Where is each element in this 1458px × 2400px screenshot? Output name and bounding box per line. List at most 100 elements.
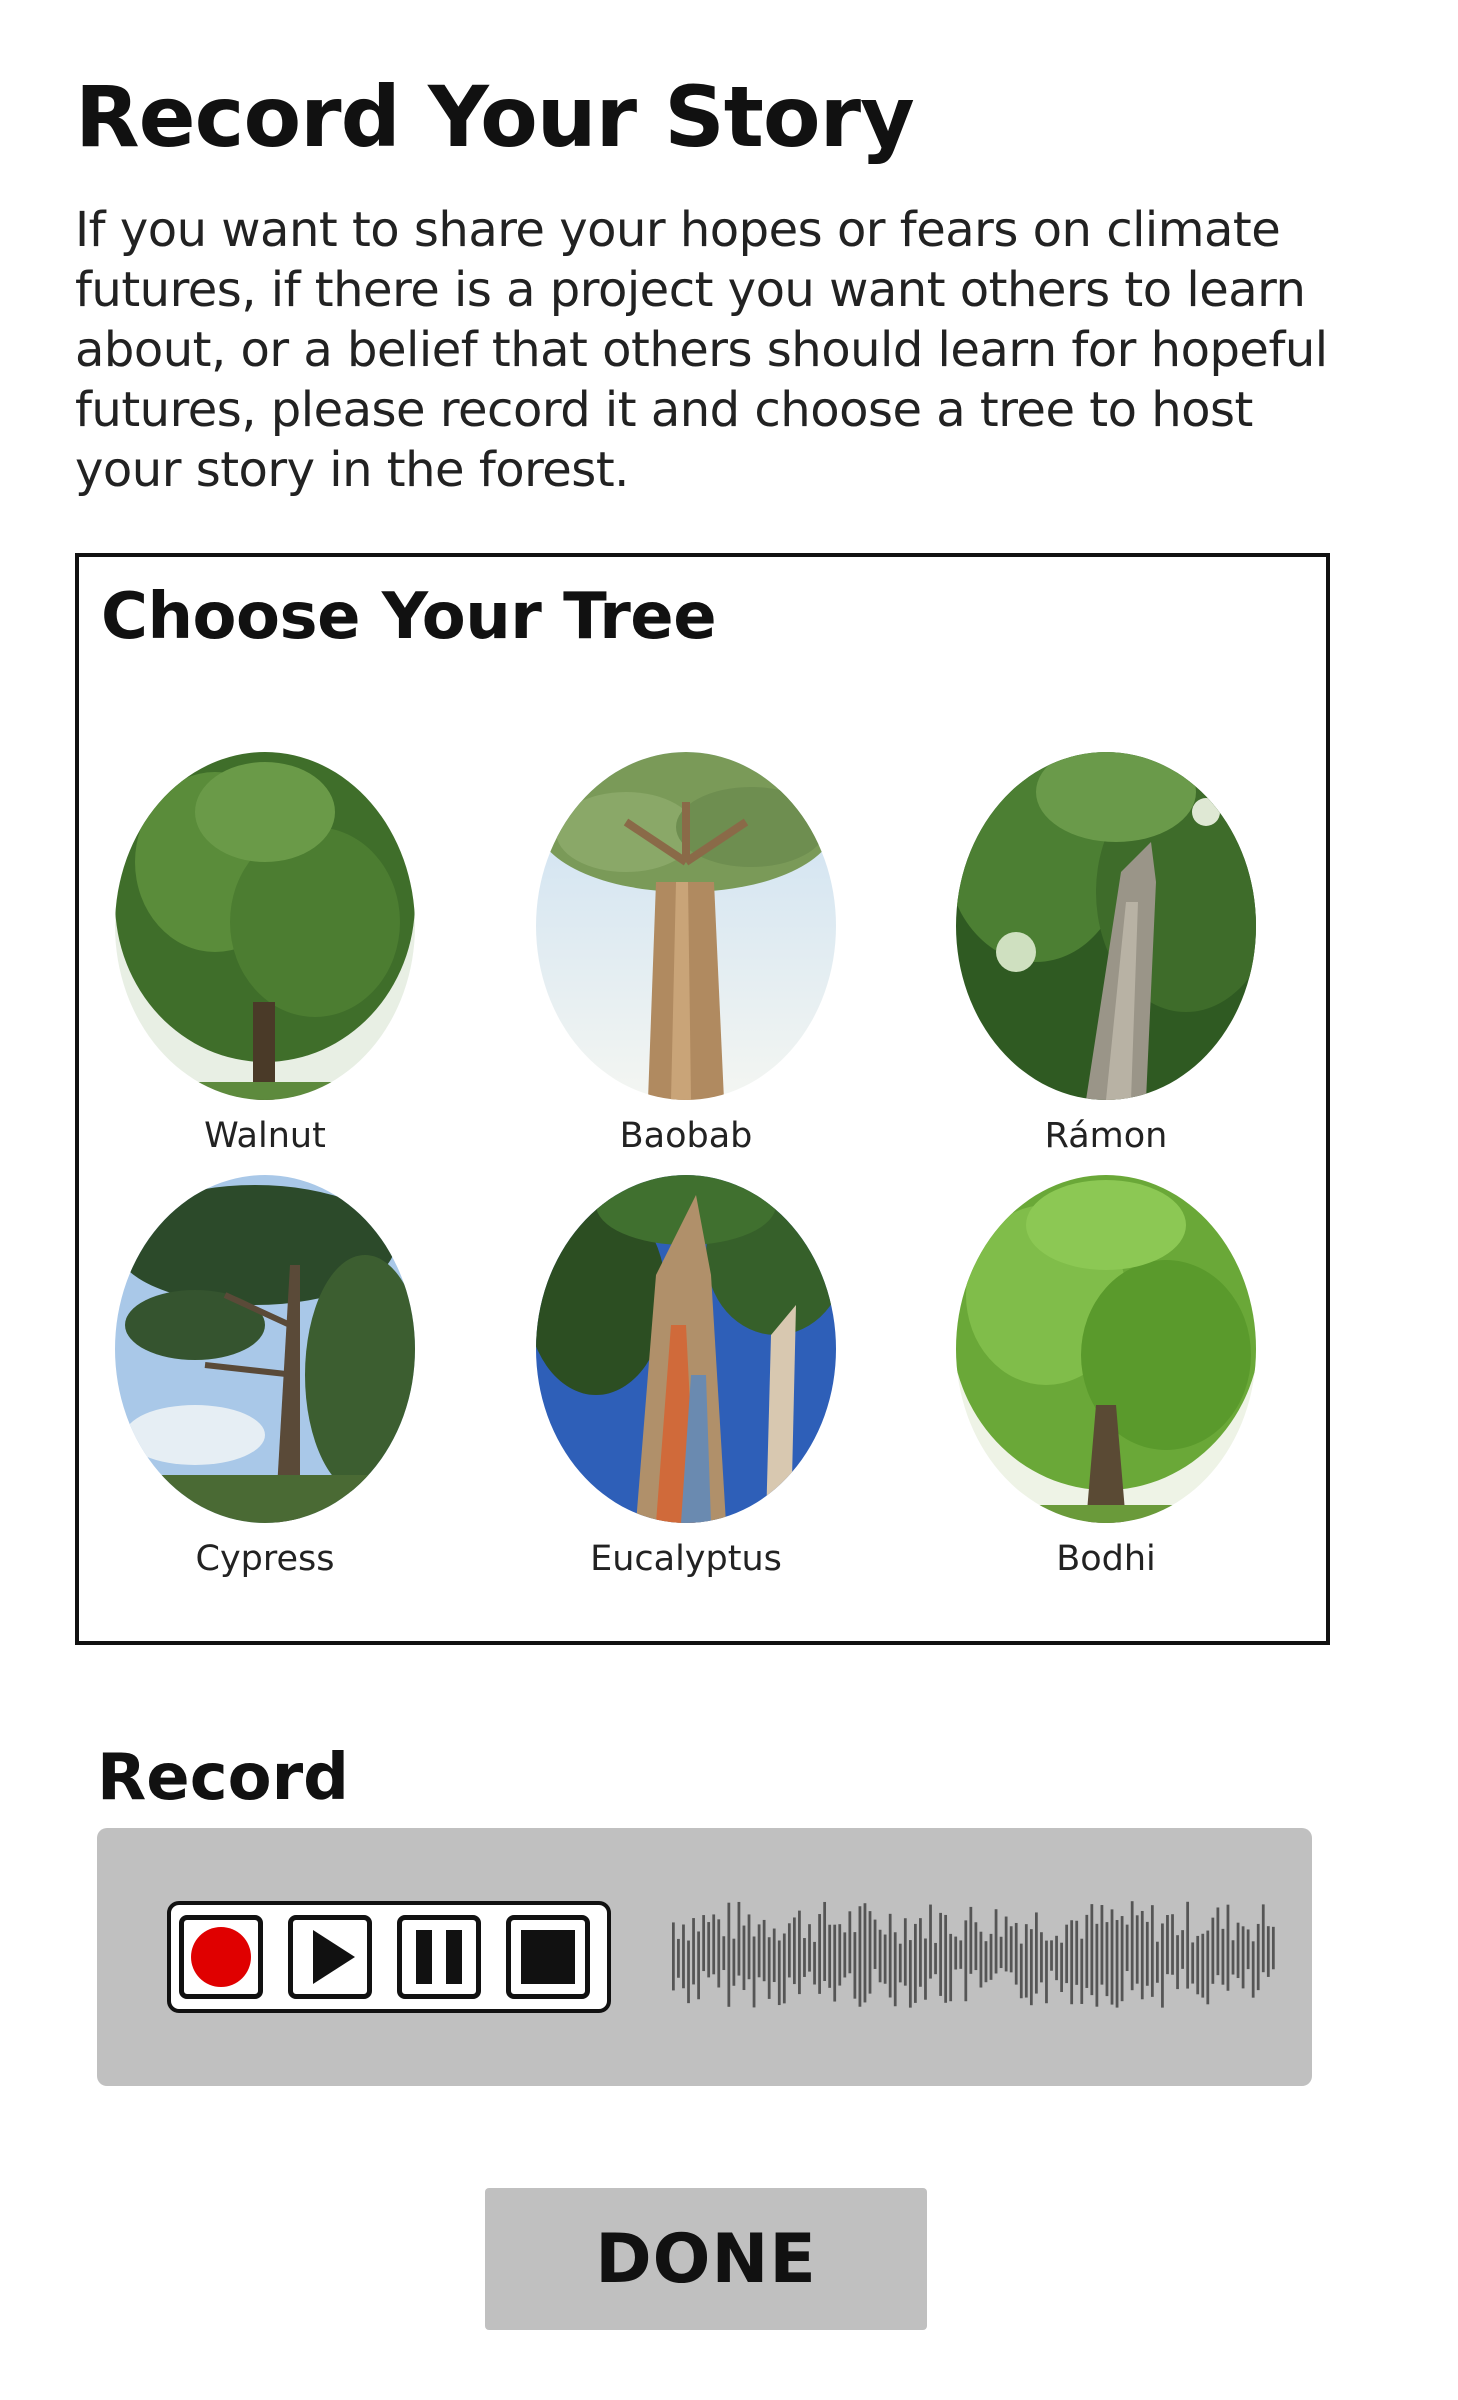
- waveform-bar: [1231, 1940, 1235, 1975]
- waveform-bar: [777, 1940, 781, 2006]
- recorder-controls: [167, 1901, 611, 2013]
- waveform-bar: [1156, 1941, 1159, 1983]
- waveform-bar: [687, 1940, 690, 2004]
- waveform-bar: [939, 1912, 942, 1996]
- waveform-bar: [808, 1924, 811, 1972]
- waveform-bar: [752, 1936, 756, 2008]
- waveform-bar: [1080, 1938, 1084, 2004]
- waveform-bar: [888, 1913, 892, 1998]
- waveform-bar: [1251, 1941, 1255, 1998]
- waveform-bar: [1186, 1901, 1190, 1989]
- pause-button[interactable]: [397, 1915, 481, 1999]
- waveform-bar: [747, 1914, 751, 1980]
- page-title: Record Your Story: [75, 68, 915, 166]
- waveform-bar: [1035, 1912, 1038, 1994]
- waveform-bar: [1135, 1915, 1139, 1984]
- waveform-bar: [772, 1928, 776, 1983]
- waveform-bar: [793, 1917, 796, 1985]
- record-button[interactable]: [179, 1915, 263, 1999]
- tree-picker-panel: Choose Your Tree Walnut Baobab Rámon Cyp…: [75, 553, 1330, 1645]
- waveform-bar: [974, 1922, 978, 1971]
- done-button[interactable]: DONE: [485, 2188, 927, 2330]
- waveform-bar: [1040, 1932, 1043, 1983]
- waveform-bar: [964, 1920, 968, 2002]
- tree-option-walnut[interactable]: Walnut: [90, 752, 430, 1162]
- waveform-bar: [1166, 1915, 1169, 1975]
- waveform-bar: [1130, 1901, 1134, 1991]
- record-section-title: Record: [97, 1741, 349, 1815]
- waveform-bar: [1110, 1909, 1114, 2005]
- stop-icon: [521, 1930, 575, 1984]
- audio-waveform: [672, 1883, 1277, 2033]
- waveform-bar: [954, 1936, 958, 1970]
- waveform-bar: [1216, 1907, 1220, 1976]
- waveform-bar: [1221, 1928, 1225, 1985]
- waveform-bar: [1065, 1924, 1069, 1984]
- waveform-bar: [717, 1919, 721, 1988]
- waveform-bar: [1196, 1935, 1200, 1995]
- waveform-bar: [1125, 1924, 1129, 1972]
- waveform-bar: [843, 1932, 847, 1978]
- stop-button[interactable]: [506, 1915, 590, 1999]
- waveform-bar: [1100, 1905, 1104, 1985]
- tree-label-ramon: Rámon: [1044, 1116, 1168, 1156]
- pause-icon: [416, 1930, 462, 1984]
- waveform-bar: [1019, 1943, 1023, 1999]
- waveform-bar: [929, 1904, 932, 1979]
- waveform-bar: [949, 1933, 953, 2002]
- waveform-bar: [742, 1925, 746, 1991]
- waveform-bar: [1029, 1929, 1033, 2006]
- waveform-bar: [989, 1933, 993, 1980]
- play-button[interactable]: [288, 1915, 372, 1999]
- waveform-bar: [908, 1940, 912, 2008]
- waveform-bar: [762, 1919, 766, 1982]
- waveform-bar: [823, 1901, 827, 1981]
- play-icon: [313, 1930, 355, 1984]
- waveform-bar: [924, 1938, 927, 2000]
- waveform-bar: [803, 1938, 806, 1977]
- waveform-bar: [1176, 1935, 1179, 1990]
- waveform-bar: [878, 1929, 882, 1983]
- waveform-bar: [969, 1906, 973, 1974]
- waveform-bar: [868, 1911, 872, 1994]
- waveform-bar: [732, 1938, 736, 1986]
- waveform-bar: [1095, 1923, 1099, 2007]
- waveform-bar: [682, 1924, 685, 1989]
- waveform-bar: [1085, 1914, 1089, 1988]
- tree-option-ramon[interactable]: Rámon: [931, 752, 1271, 1162]
- waveform-bar: [883, 1934, 887, 1984]
- waveform-bar: [1050, 1940, 1053, 1971]
- waveform-bar: [782, 1933, 786, 2004]
- waveform-bar: [984, 1941, 988, 1983]
- waveform-bar: [1060, 1942, 1063, 1993]
- waveform-bar: [677, 1938, 680, 1978]
- waveform-bar: [979, 1931, 983, 1988]
- waveform-bar: [853, 1932, 857, 1999]
- waveform-bar: [722, 1936, 726, 1971]
- waveform-bar: [1271, 1926, 1275, 1970]
- baobab-tree-image: [536, 752, 836, 1100]
- waveform-bar: [1256, 1923, 1260, 1991]
- intro-text: If you want to share your hopes or fears…: [75, 202, 1328, 498]
- waveform-bar: [1105, 1922, 1109, 1997]
- tree-option-bodhi[interactable]: Bodhi: [931, 1175, 1271, 1585]
- waveform-bar: [999, 1936, 1003, 1969]
- waveform-bar: [1024, 1924, 1028, 1998]
- waveform-bar: [1211, 1917, 1215, 1984]
- tree-label-eucalyptus: Eucalyptus: [590, 1539, 782, 1579]
- waveform-bar: [1045, 1940, 1048, 2004]
- waveform-bar: [712, 1914, 716, 1975]
- tree-option-eucalyptus[interactable]: Eucalyptus: [511, 1175, 851, 1585]
- tree-option-cypress[interactable]: Cypress: [90, 1175, 430, 1585]
- waveform-bar: [919, 1918, 922, 1987]
- waveform-bar: [737, 1901, 741, 1976]
- waveform-bar: [1181, 1930, 1184, 1969]
- tree-picker-title: Choose Your Tree: [101, 580, 717, 654]
- waveform-bar: [727, 1902, 731, 2007]
- waveform-bar: [702, 1915, 706, 1972]
- record-icon: [191, 1927, 251, 1987]
- tree-option-baobab[interactable]: Baobab: [511, 752, 851, 1162]
- tree-label-cypress: Cypress: [195, 1539, 335, 1579]
- waveform-bar: [757, 1924, 761, 1978]
- tree-label-baobab: Baobab: [619, 1116, 753, 1156]
